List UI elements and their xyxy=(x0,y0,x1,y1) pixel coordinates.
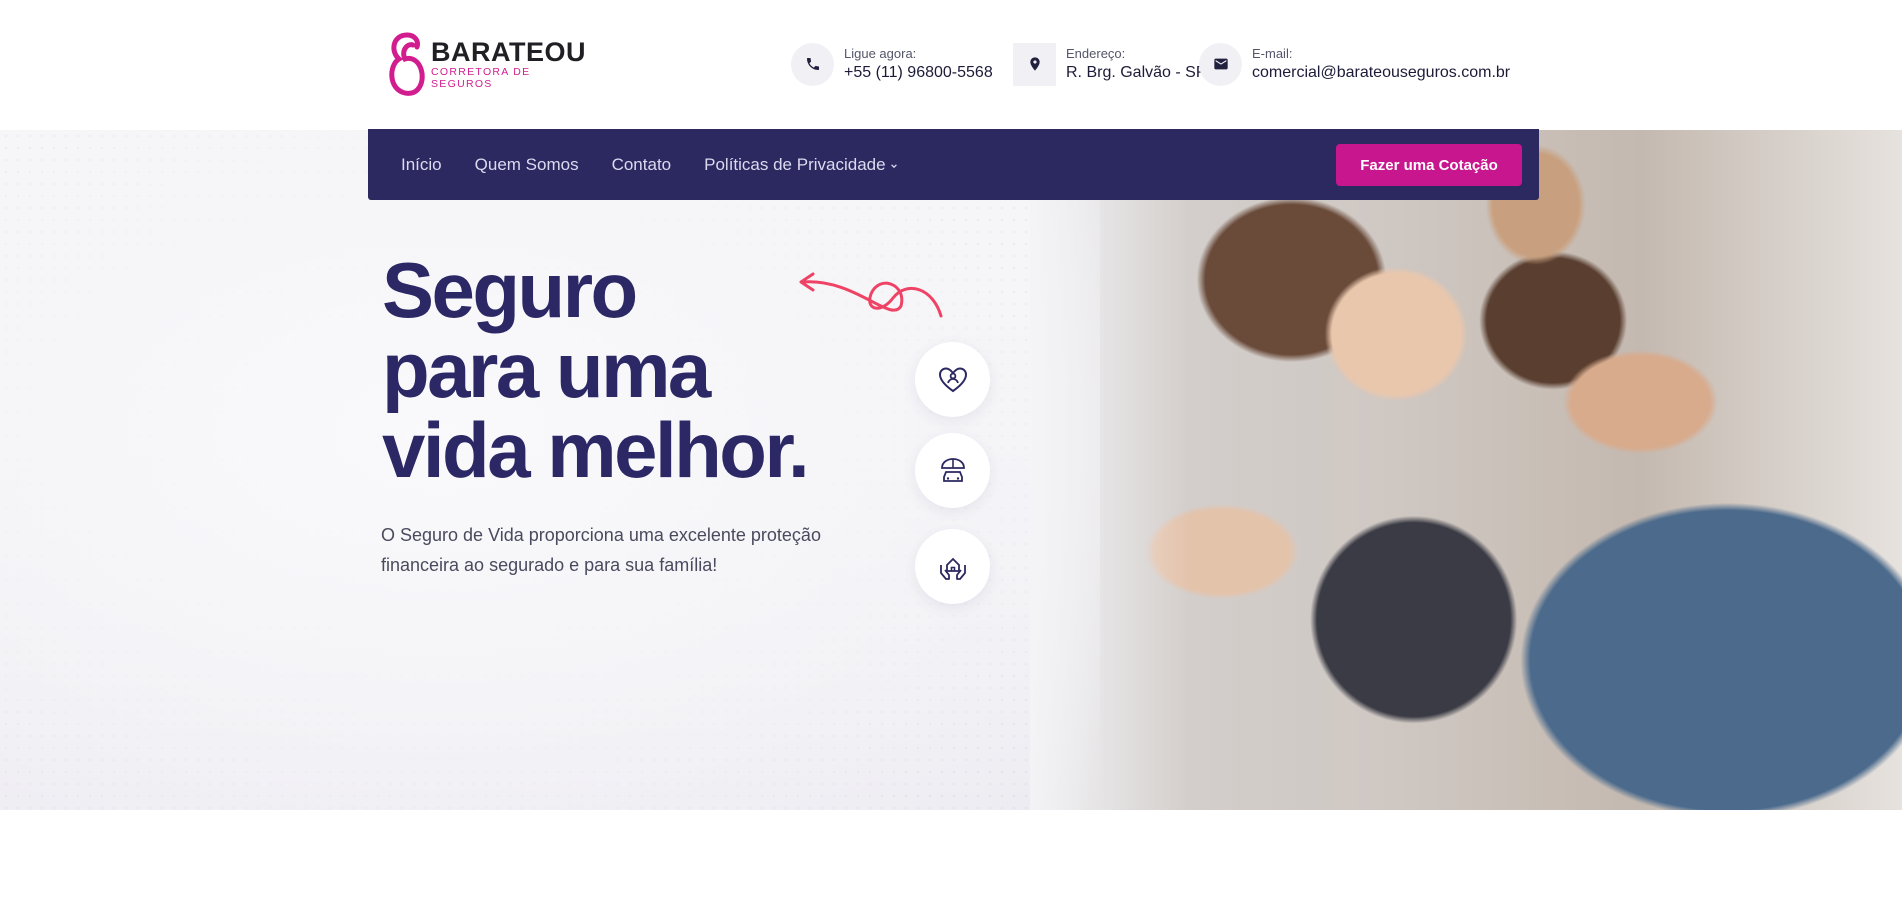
hero-headline-line-2: para uma xyxy=(382,326,711,414)
contact-email[interactable]: E-mail: comercial@barateouseguros.com.br xyxy=(1199,42,1510,86)
hero-subtext: O Seguro de Vida proporciona uma excelen… xyxy=(381,525,821,575)
hero-headline-line-3: vida melhor. xyxy=(382,406,810,494)
below-hero-area xyxy=(0,810,1902,903)
decorative-arrow-icon xyxy=(799,272,943,318)
contact-address-value[interactable]: R. Brg. Galvão - SP xyxy=(1066,62,1207,84)
nav-item-politicas-label: Políticas de Privacidade xyxy=(704,154,886,174)
family-photo xyxy=(1030,130,1902,810)
hero-headline-line-1: Seguro xyxy=(382,246,638,334)
phone-icon xyxy=(791,42,834,86)
logo-name: BARATEOU xyxy=(431,37,586,67)
nav-item-inicio[interactable]: Início xyxy=(401,155,442,175)
logo-tagline: CORRETORA DE SEGUROS xyxy=(431,66,531,90)
top-header: BARATEOU CORRETORA DE SEGUROS Ligue agor… xyxy=(0,0,1902,130)
hero-headline: Seguro para uma vida melhor. xyxy=(382,250,862,490)
car-umbrella-icon[interactable] xyxy=(915,433,990,508)
mail-icon xyxy=(1199,42,1242,86)
contact-phone-value[interactable]: +55 (11) 96800-5568 xyxy=(844,62,993,84)
chevron-down-icon xyxy=(890,163,897,168)
nav-item-quem-somos[interactable]: Quem Somos xyxy=(475,155,579,175)
brand-logo[interactable]: BARATEOU CORRETORA DE SEGUROS xyxy=(385,28,586,100)
contact-phone-label: Ligue agora: xyxy=(844,45,917,61)
map-pin-icon xyxy=(1013,42,1056,86)
main-navbar: Início Quem Somos Contato Políticas de P… xyxy=(368,129,1539,200)
contact-email-label: E-mail: xyxy=(1252,45,1293,61)
house-hands-icon[interactable] xyxy=(915,529,990,604)
nav-item-politicas[interactable]: Políticas de Privacidade xyxy=(704,155,897,175)
logo-mark-icon xyxy=(389,32,425,96)
contact-address[interactable]: Endereço: R. Brg. Galvão - SP xyxy=(1013,42,1207,86)
contact-email-value[interactable]: comercial@barateouseguros.com.br xyxy=(1252,62,1510,84)
quote-button[interactable]: Fazer uma Cotação xyxy=(1336,144,1522,186)
contact-phone[interactable]: Ligue agora: +55 (11) 96800-5568 xyxy=(791,42,993,86)
heart-person-icon[interactable] xyxy=(915,342,990,417)
contact-address-label: Endereço: xyxy=(1066,45,1126,61)
nav-item-contato[interactable]: Contato xyxy=(612,155,672,175)
